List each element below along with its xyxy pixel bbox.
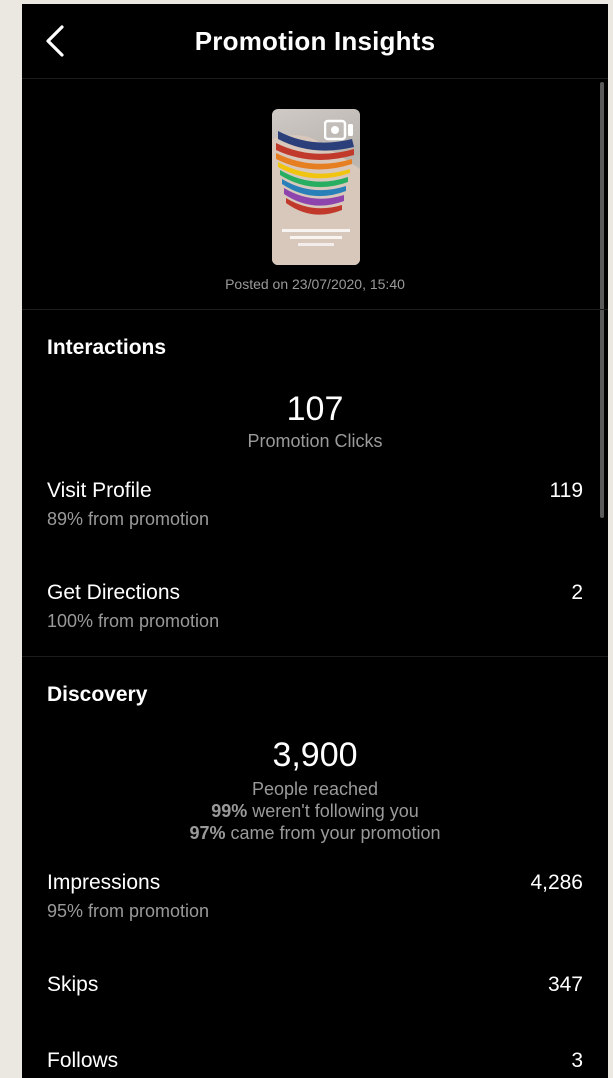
people-reached-value: 3,900 <box>272 736 358 774</box>
row-label: Impressions <box>47 871 161 894</box>
page-title: Promotion Insights <box>194 26 436 56</box>
post-thumbnail[interactable] <box>272 109 360 265</box>
phone-screen: Promotion Insights Posted on 23/07/2020,… <box>22 4 608 1078</box>
from-promotion-line: 97% came from your promotion <box>22 823 608 844</box>
media-section: Posted on 23/07/2020, 15:40 <box>22 79 608 310</box>
interactions-heading: Interactions <box>47 336 167 359</box>
from-promotion-text: came from your promotion <box>225 823 441 843</box>
not-following-line: 99% weren't following you <box>22 801 608 822</box>
row-value: 4,286 <box>530 871 583 894</box>
row-sub: 95% from promotion <box>47 901 210 921</box>
people-reached-label: People reached <box>251 779 379 799</box>
row-sub: 89% from promotion <box>47 509 210 529</box>
not-following-text: weren't following you <box>247 801 419 821</box>
posted-date: Posted on 23/07/2020, 15:40 <box>225 276 405 292</box>
row-value: 2 <box>571 581 583 604</box>
row-label: Visit Profile <box>47 479 152 502</box>
row-sub: 100% from promotion <box>47 611 220 631</box>
not-following-pct: 99% <box>211 801 248 821</box>
row-label: Get Directions <box>47 581 181 604</box>
reel-icon <box>324 119 353 141</box>
promotion-clicks-label: Promotion Clicks <box>247 431 383 451</box>
row-label: Follows <box>47 1049 119 1072</box>
row-value: 347 <box>547 973 583 996</box>
section-divider <box>22 656 608 657</box>
discovery-heading: Discovery <box>47 683 148 706</box>
row-value: 3 <box>571 1049 583 1072</box>
promotion-clicks-value: 107 <box>286 390 344 428</box>
row-label: Skips <box>47 973 99 996</box>
row-value: 119 <box>549 479 583 502</box>
top-bar: Promotion Insights <box>22 4 608 79</box>
from-promotion-pct: 97% <box>189 823 226 843</box>
